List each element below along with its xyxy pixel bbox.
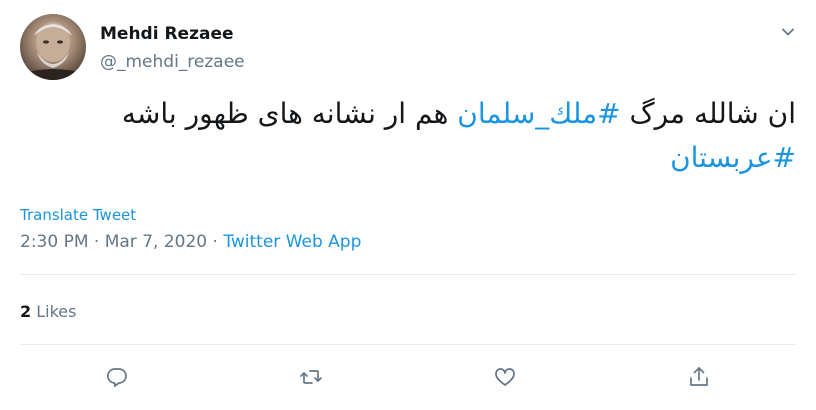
tweet-time[interactable]: 2:30 PM bbox=[20, 232, 89, 252]
tweet-source-link[interactable]: Twitter Web App bbox=[223, 232, 361, 252]
meta-separator: · bbox=[88, 232, 105, 252]
tweet-text-part: هم ار نشانه های ظهور باشه bbox=[121, 97, 458, 130]
divider bbox=[20, 344, 796, 345]
like-button[interactable] bbox=[488, 360, 522, 394]
tweet-meta: 2:30 PM · Mar 7, 2020 · Twitter Web App bbox=[20, 232, 361, 252]
retweet-button[interactable] bbox=[294, 360, 328, 394]
user-handle[interactable]: @_mehdi_rezaee bbox=[100, 52, 245, 72]
likes-stat[interactable]: 2 Likes bbox=[20, 302, 76, 321]
translate-tweet-link[interactable]: Translate Tweet bbox=[20, 206, 136, 224]
likes-count: 2 bbox=[20, 302, 32, 321]
reply-button[interactable] bbox=[100, 360, 134, 394]
avatar[interactable] bbox=[20, 14, 86, 80]
hashtag-link[interactable]: #ملك_سلمان bbox=[457, 97, 620, 130]
like-icon bbox=[495, 368, 515, 386]
tweet-date[interactable]: Mar 7, 2020 bbox=[105, 232, 207, 252]
retweet-icon bbox=[300, 370, 322, 384]
tweet-text-part: ان شالله مرگ bbox=[620, 97, 796, 130]
reply-icon bbox=[107, 368, 127, 387]
profile-photo-icon bbox=[20, 22, 86, 80]
hashtag-link[interactable]: #عربستان bbox=[670, 141, 796, 174]
chevron-down-icon bbox=[782, 28, 794, 36]
divider bbox=[20, 274, 796, 275]
meta-separator: · bbox=[207, 232, 224, 252]
more-options-button[interactable] bbox=[778, 22, 798, 42]
action-bar bbox=[20, 360, 796, 394]
share-icon bbox=[690, 367, 708, 386]
share-button[interactable] bbox=[682, 360, 716, 394]
likes-label: Likes bbox=[36, 302, 77, 321]
display-name[interactable]: Mehdi Rezaee bbox=[100, 24, 234, 44]
tweet-text: ان شالله مرگ #ملك_سلمان هم ار نشانه های … bbox=[36, 92, 796, 180]
